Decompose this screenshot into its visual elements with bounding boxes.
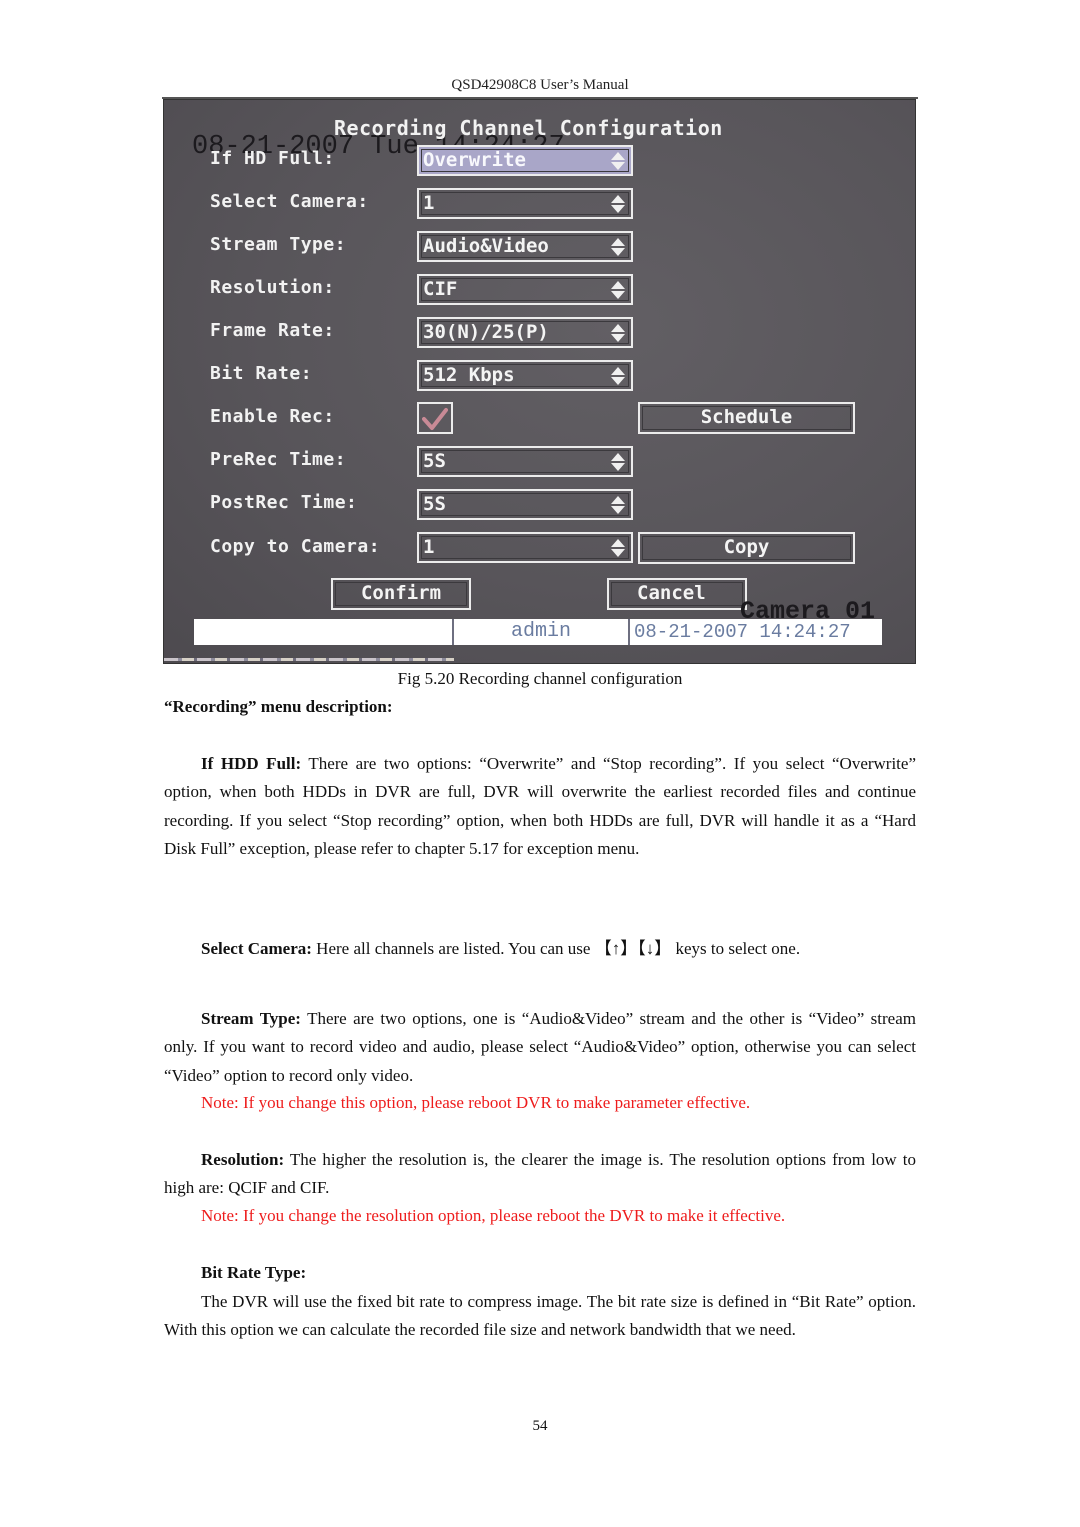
section-title: “Recording” menu description: [164, 697, 393, 716]
text-bit-rate-type: The DVR will use the fixed bit rate to c… [164, 1292, 916, 1340]
resolution-value: CIF [423, 278, 458, 300]
spinner-icon [611, 324, 625, 342]
select-camera-value: 1 [423, 192, 435, 214]
label-enable-rec: Enable Rec: [210, 406, 335, 427]
spinner-icon [611, 238, 625, 256]
status-datetime: 08-21-2007 14:24:27 [634, 621, 851, 643]
select-camera-select[interactable]: 1 [417, 188, 633, 219]
video-noise-line [164, 658, 454, 661]
frame-rate-select[interactable]: 30(N)/25(P) [417, 317, 633, 348]
spinner-icon [611, 496, 625, 514]
postrec-time-select[interactable]: 5S [417, 489, 633, 520]
stream-type-value: Audio&Video [423, 235, 549, 257]
spinner-icon [611, 539, 625, 557]
running-header: QSD42908C8 User’s Manual [451, 77, 629, 93]
spinner-icon [611, 281, 625, 299]
schedule-button[interactable]: Schedule [638, 402, 855, 434]
paragraph-select-camera: Select Camera: Here all channels are lis… [164, 935, 916, 963]
term-select-camera: Select Camera: [201, 939, 312, 958]
label-stream-type: Stream Type: [210, 234, 347, 255]
confirm-button[interactable]: Confirm [331, 578, 471, 610]
copy-to-camera-value: 1 [423, 536, 435, 558]
paragraph-hdd-full: If HDD Full: There are two options: “Ove… [164, 750, 916, 863]
text-select-camera: Here all channels are listed. You can us… [311, 939, 801, 958]
copy-button[interactable]: Copy [638, 532, 855, 564]
postrec-time-value: 5S [423, 493, 446, 515]
label-frame-rate: Frame Rate: [210, 320, 335, 341]
status-divider [628, 619, 630, 645]
label-prerec-time: PreRec Time: [210, 449, 347, 470]
label-postrec-time: PostRec Time: [210, 492, 358, 513]
note-stream-type: Note: If you change this option, please … [201, 1093, 751, 1112]
paragraph-resolution: Resolution: The higher the resolution is… [164, 1146, 916, 1203]
spinner-icon [611, 453, 625, 471]
term-hdd-full: If HDD Full: [201, 754, 302, 773]
status-empty-cell [194, 619, 452, 645]
stream-type-select[interactable]: Audio&Video [417, 231, 633, 262]
spinner-icon [611, 367, 625, 385]
bit-rate-select[interactable]: 512 Kbps [417, 360, 633, 391]
if-hd-full-select[interactable]: Overwrite [417, 145, 633, 176]
label-select-camera: Select Camera: [210, 191, 369, 212]
term-stream-type: Stream Type: [201, 1009, 301, 1028]
enable-rec-checkbox[interactable] [417, 402, 453, 434]
note-resolution: Note: If you change the resolution optio… [201, 1206, 786, 1225]
bit-rate-value: 512 Kbps [423, 364, 515, 386]
heading-bit-rate-type: Bit Rate Type: [201, 1263, 307, 1282]
prerec-time-select[interactable]: 5S [417, 446, 633, 477]
page-number: 54 [532, 1418, 548, 1434]
label-resolution: Resolution: [210, 277, 335, 298]
spinner-icon [611, 152, 625, 170]
status-user: admin [510, 620, 571, 643]
dvr-screenshot: 08-21-2007 Tue 14:24:27 Recording Channe… [163, 99, 916, 664]
frame-rate-value: 30(N)/25(P) [423, 321, 549, 343]
resolution-select[interactable]: CIF [417, 274, 633, 305]
prerec-time-value: 5S [423, 450, 446, 472]
checkmark-icon [422, 408, 448, 430]
label-bit-rate: Bit Rate: [210, 363, 313, 384]
dvr-menu-title: Recording Channel Configuration [334, 116, 723, 140]
paragraph-stream-type: Stream Type: There are two options, one … [164, 1005, 916, 1090]
figure-caption: Fig 5.20 Recording channel configuration [397, 669, 683, 688]
if-hd-full-value: Overwrite [423, 149, 526, 171]
spinner-icon [611, 195, 625, 213]
term-resolution: Resolution: [201, 1150, 285, 1169]
copy-to-camera-select[interactable]: 1 [417, 532, 633, 563]
cancel-button[interactable]: Cancel [607, 578, 747, 610]
label-copy-to-camera: Copy to Camera: [210, 536, 381, 557]
paragraph-bit-rate-type: The DVR will use the fixed bit rate to c… [164, 1288, 916, 1345]
status-bar: admin 08-21-2007 14:24:27 [194, 619, 882, 645]
label-if-hd-full: If HD Full: [210, 148, 335, 169]
